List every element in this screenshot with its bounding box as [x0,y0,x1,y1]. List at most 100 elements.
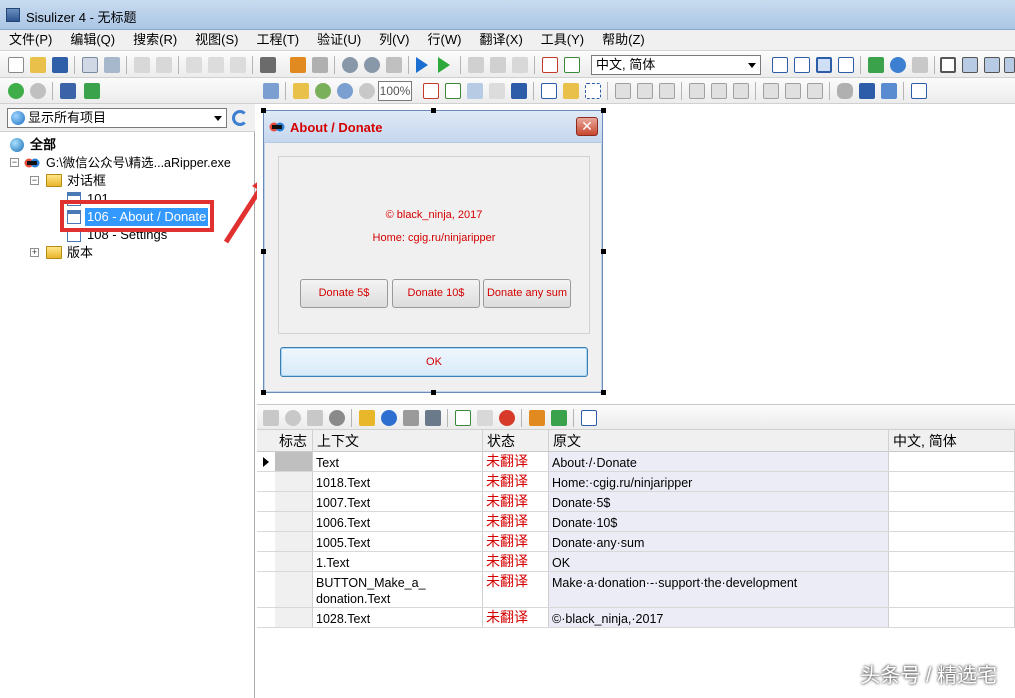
cube-icon[interactable] [467,83,483,99]
column-header-target[interactable]: 中文, 简体 [889,430,1015,452]
flag-cell[interactable] [275,532,313,551]
new-icon[interactable] [8,57,24,73]
status-cell[interactable]: 未翻译 [483,532,549,551]
image-icon[interactable] [563,83,579,99]
resize-handle[interactable] [431,108,436,113]
fit-icon[interactable] [293,83,309,99]
menu-tools[interactable]: 工具(Y) [532,30,593,51]
memory-icon[interactable] [307,410,323,426]
status-cell[interactable]: 未翻译 [483,472,549,491]
menu-help[interactable]: 帮助(Z) [593,30,654,51]
target-cell[interactable] [889,472,1015,491]
context-cell[interactable]: BUTTON_Make_a_ donation.Text [313,572,483,607]
stop-icon[interactable] [499,410,515,426]
puzzle-icon[interactable] [84,83,100,99]
window-icon[interactable] [511,83,527,99]
ok-button[interactable]: OK [280,347,588,377]
language-select[interactable]: 中文, 简体 [591,55,761,75]
doc-extra-icon[interactable] [1004,57,1015,73]
table-row[interactable]: 1018.Text 未翻译 Home:·cgig.ru/ninjaripper [257,472,1015,492]
table-icon[interactable] [859,83,875,99]
donate-any-button[interactable]: Donate any sum [483,279,571,308]
layout-4-icon[interactable] [838,57,854,73]
play-icon[interactable] [416,57,428,73]
donate-10-button[interactable]: Donate 10$ [392,279,480,308]
space-h-icon[interactable] [763,83,779,99]
flag-cell[interactable] [275,452,313,471]
target-cell[interactable] [889,532,1015,551]
flag-cell[interactable] [275,572,313,607]
monitor-icon[interactable] [881,83,897,99]
redo-icon[interactable] [156,57,172,73]
checkmark-icon[interactable] [329,410,345,426]
filter-select[interactable]: 显示所有项目 [7,108,227,128]
copyright-text[interactable]: © black_ninja, 2017 [279,209,589,221]
run-icon[interactable] [438,57,450,73]
paste-icon[interactable] [230,57,246,73]
resize-handle[interactable] [261,390,266,395]
table-row[interactable]: 1006.Text 未翻译 Donate·10$ [257,512,1015,532]
flag-cell[interactable] [275,492,313,511]
note-icon[interactable] [455,410,471,426]
context-cell[interactable]: 1007.Text [313,492,483,511]
column-header-flag[interactable]: 标志 [275,430,313,452]
donate-5-button[interactable]: Donate 5$ [300,279,388,308]
context-cell[interactable]: Text [313,452,483,471]
gear-settings-icon[interactable] [364,57,380,73]
status-cell[interactable]: 未翻译 [483,552,549,571]
flag-cell[interactable] [275,512,313,531]
preview-icon[interactable] [82,57,98,73]
zoom-out-icon[interactable] [337,83,353,99]
home-link-text[interactable]: Home: cgig.ru/ninjaripper [279,232,589,244]
back-icon[interactable] [8,83,24,99]
database-icon[interactable] [60,83,76,99]
check-icon[interactable] [564,57,580,73]
context-cell[interactable]: 1005.Text [313,532,483,551]
edit-icon[interactable] [512,57,528,73]
status-cell[interactable]: 未翻译 [483,608,549,627]
delete-icon[interactable] [403,410,419,426]
star-all-icon[interactable] [490,57,506,73]
resize-handle[interactable] [261,249,266,254]
menu-row[interactable]: 行(W) [419,30,471,51]
original-cell[interactable]: Donate·5$ [549,492,889,511]
menu-search[interactable]: 搜索(R) [124,30,186,51]
scan-icon[interactable] [104,57,120,73]
doc-icon[interactable] [940,57,956,73]
forward-icon[interactable] [30,83,46,99]
original-cell[interactable]: Make·a·donation·-·support·the·developmen… [549,572,889,607]
status-cell[interactable]: 未翻译 [483,512,549,531]
resize-handle[interactable] [601,390,606,395]
table-row[interactable]: 1005.Text 未翻译 Donate·any·sum [257,532,1015,552]
tools-icon[interactable] [386,57,402,73]
flag-cell[interactable] [275,552,313,571]
status-cell[interactable]: 未翻译 [483,572,549,607]
layout-3-icon[interactable] [816,57,832,73]
validate-icon[interactable] [445,83,461,99]
menu-translate[interactable]: 翻译(X) [470,30,531,51]
filter-icon[interactable] [868,57,884,73]
align-middle-icon[interactable] [711,83,727,99]
sync-icon[interactable] [911,83,927,99]
save-icon[interactable] [52,57,68,73]
cut-icon[interactable] [186,57,202,73]
note-clear-icon[interactable] [477,410,493,426]
open-icon[interactable] [30,57,46,73]
context-cell[interactable]: 1006.Text [313,512,483,531]
lock-icon[interactable] [359,410,375,426]
original-cell[interactable]: ©·black_ninja,·2017 [549,608,889,627]
original-cell[interactable]: Home:·cgig.ru/ninjaripper [549,472,889,491]
doc-grid-icon[interactable] [984,57,1000,73]
undo-icon[interactable] [134,57,150,73]
grid-filter-icon[interactable] [551,410,567,426]
copy-icon[interactable] [208,57,224,73]
list-icon[interactable] [489,83,505,99]
resize-handle[interactable] [261,108,266,113]
pdf-icon[interactable] [423,83,439,99]
collapse-icon[interactable]: − [10,158,19,167]
column-header-context[interactable]: 上下文 [313,430,483,452]
sync-icon[interactable] [581,410,597,426]
info-icon[interactable] [381,410,397,426]
resize-handle[interactable] [601,108,606,113]
target-cell[interactable] [889,452,1015,471]
